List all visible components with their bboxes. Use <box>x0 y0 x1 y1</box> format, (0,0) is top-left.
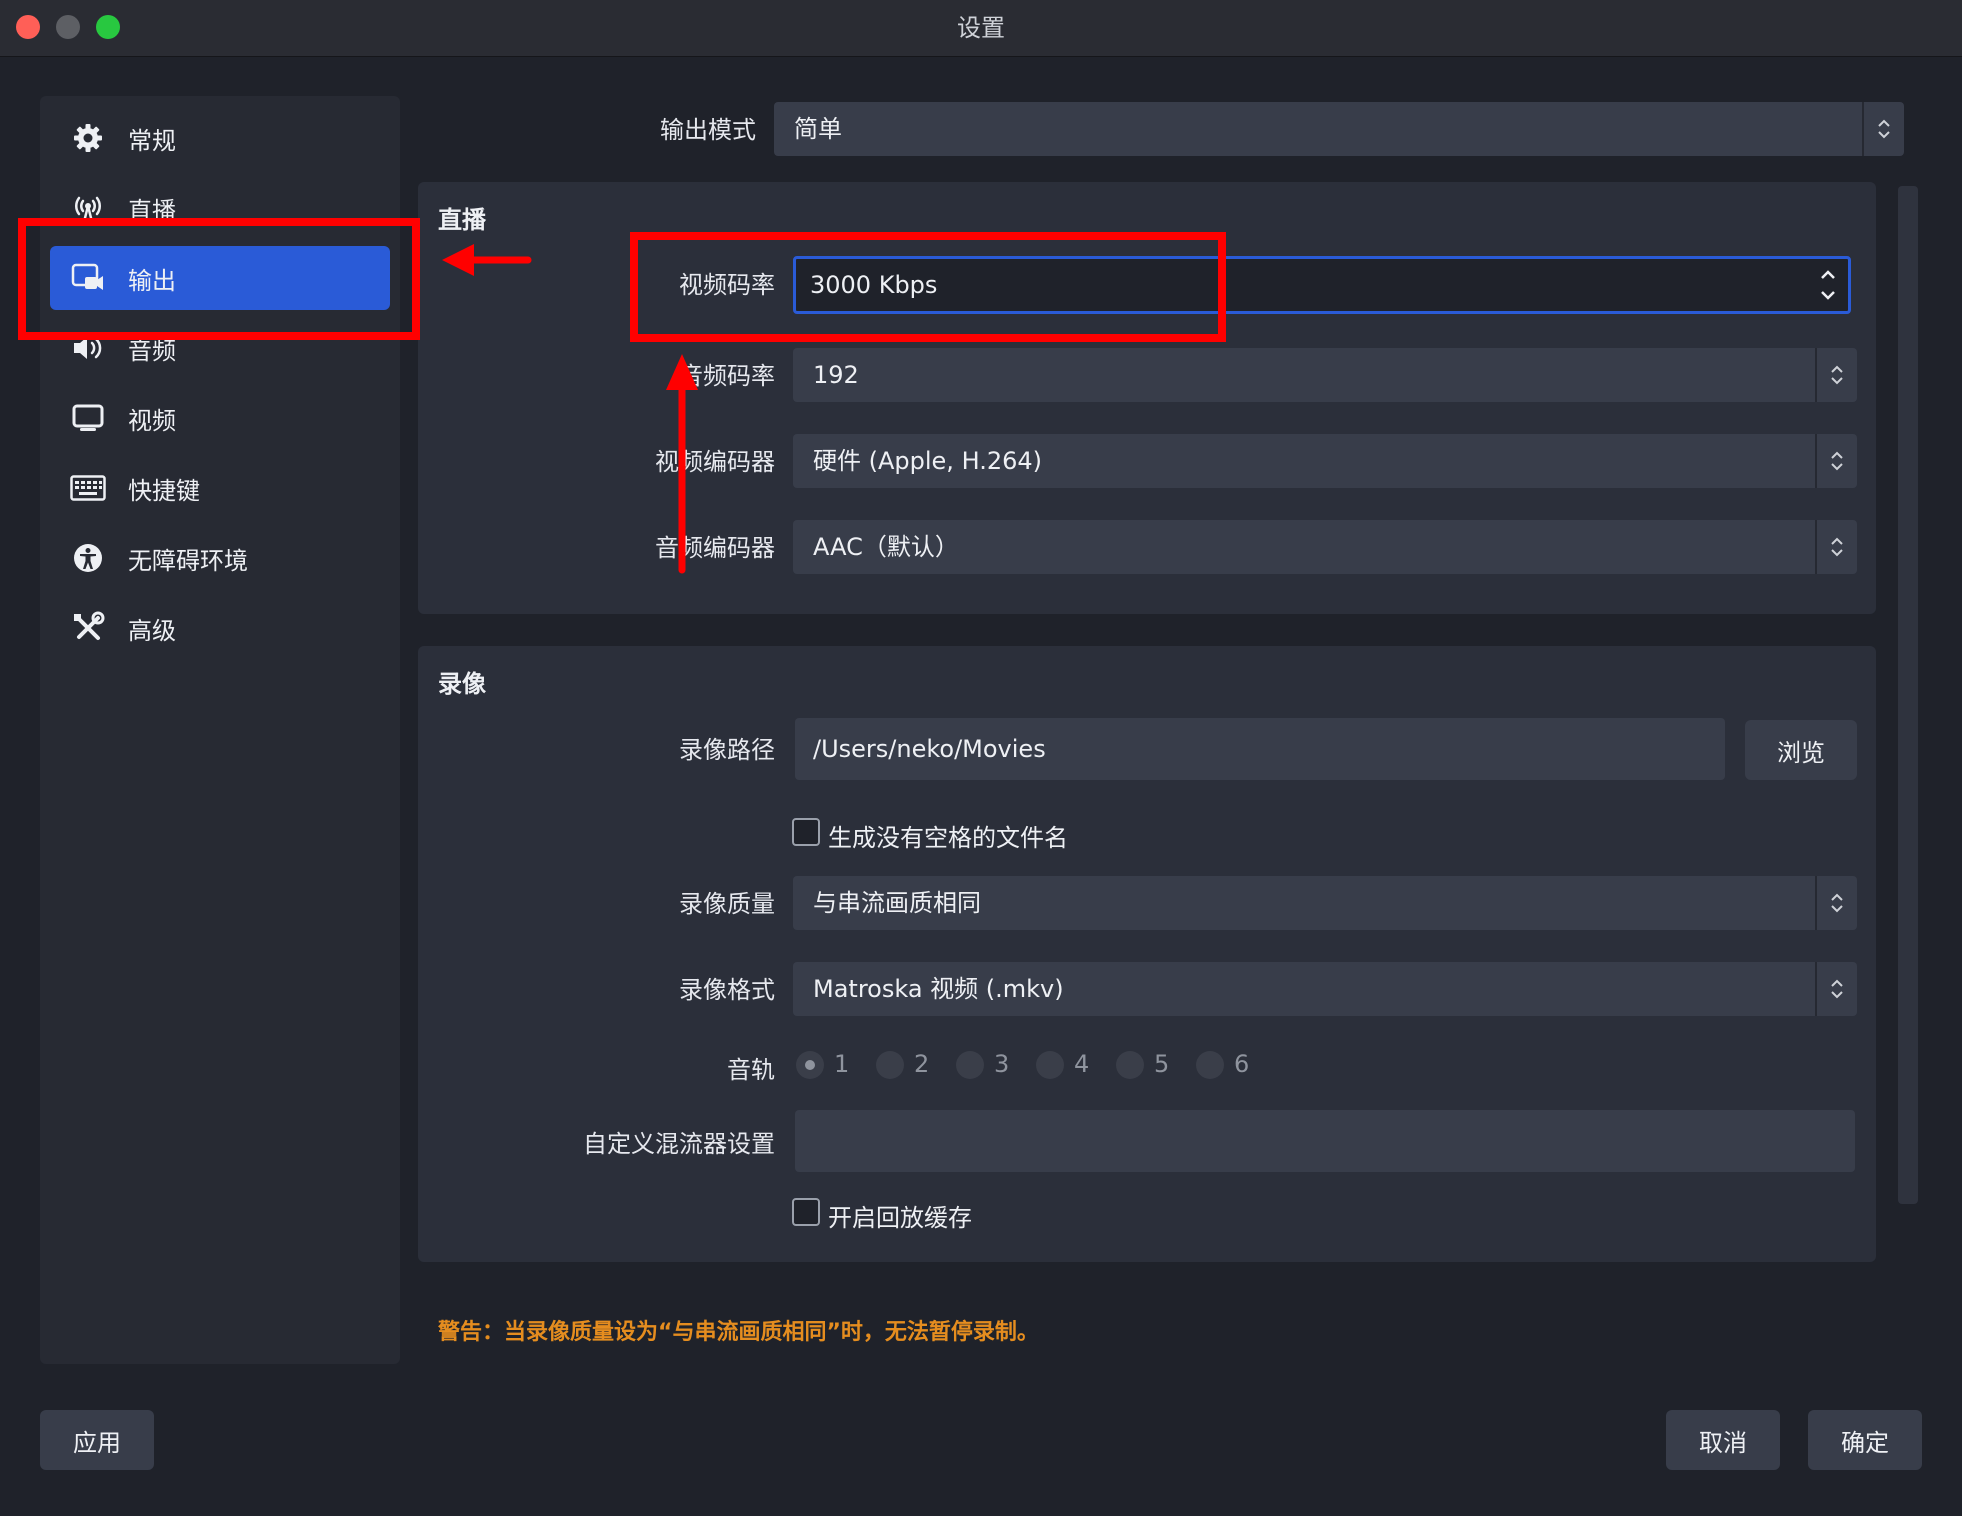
content-scrollbar[interactable] <box>1898 186 1918 1204</box>
sidebar-item-label: 快捷键 <box>128 476 200 505</box>
sidebar-item-accessibility[interactable]: 无障碍环境 <box>50 526 390 590</box>
track-radio-5[interactable] <box>1116 1051 1144 1079</box>
updown-arrows-icon <box>1815 876 1857 930</box>
track-radio-4[interactable] <box>1036 1051 1064 1079</box>
recording-quality-label: 录像质量 <box>679 890 775 918</box>
track-label-4: 4 <box>1074 1050 1090 1078</box>
apply-button[interactable]: 应用 <box>40 1410 154 1470</box>
track-label-1: 1 <box>834 1050 850 1078</box>
sidebar-item-label: 无障碍环境 <box>128 546 248 575</box>
audio-bitrate-select[interactable]: 192 <box>793 348 1857 402</box>
sidebar-item-label: 常规 <box>128 126 176 155</box>
keyboard-icon <box>66 466 110 510</box>
cancel-button[interactable]: 取消 <box>1666 1410 1780 1470</box>
updown-arrows-icon <box>1815 348 1857 402</box>
track-radio-2[interactable] <box>876 1051 904 1079</box>
replay-buffer-checkbox[interactable] <box>792 1198 820 1226</box>
recording-section-title: 录像 <box>438 670 486 698</box>
recording-format-select[interactable]: Matroska 视频 (.mkv) <box>793 962 1857 1016</box>
annotation-box-bitrate <box>630 232 1226 342</box>
window-title: 设置 <box>957 14 1005 42</box>
sidebar-item-video[interactable]: 视频 <box>50 386 390 450</box>
annotation-box-output <box>18 218 420 340</box>
video-encoder-select[interactable]: 硬件 (Apple, H.264) <box>793 434 1857 488</box>
accessibility-icon <box>66 536 110 580</box>
left-arrow-annotation-icon <box>442 244 532 276</box>
title-bar: 设置 <box>0 0 1962 57</box>
sidebar-item-label: 视频 <box>128 406 176 435</box>
track-label-3: 3 <box>994 1050 1010 1078</box>
track-label-6: 6 <box>1234 1050 1250 1078</box>
ok-button[interactable]: 确定 <box>1808 1410 1922 1470</box>
updown-arrows-icon <box>1862 102 1904 156</box>
tools-icon <box>66 606 110 650</box>
updown-arrows-icon <box>1815 962 1857 1016</box>
sidebar-item-label: 高级 <box>128 616 176 645</box>
track-label-2: 2 <box>914 1050 930 1078</box>
monitor-icon <box>66 396 110 440</box>
updown-arrows-icon <box>1815 520 1857 574</box>
audio-track-label: 音轨 <box>727 1056 775 1084</box>
warning-text: 警告：当录像质量设为“与串流画质相同”时，无法暂停录制。 <box>438 1320 1039 1345</box>
no-space-filename-label: 生成没有空格的文件名 <box>828 824 1068 852</box>
sidebar-item-hotkeys[interactable]: 快捷键 <box>50 456 390 520</box>
gear-icon <box>66 116 110 160</box>
track-radio-1[interactable] <box>796 1051 824 1079</box>
streaming-section-title: 直播 <box>438 206 486 234</box>
radio-dot <box>805 1060 815 1070</box>
track-radio-3[interactable] <box>956 1051 984 1079</box>
audio-encoder-select[interactable]: AAC（默认） <box>793 520 1857 574</box>
no-space-filename-checkbox[interactable] <box>792 818 820 846</box>
recording-quality-select[interactable]: 与串流画质相同 <box>793 876 1857 930</box>
muxer-settings-label: 自定义混流器设置 <box>583 1130 775 1158</box>
recording-format-label: 录像格式 <box>679 976 775 1004</box>
recording-path-label: 录像路径 <box>679 736 775 764</box>
track-label-5: 5 <box>1154 1050 1170 1078</box>
sidebar-item-general[interactable]: 常规 <box>50 106 390 170</box>
updown-arrows-icon[interactable] <box>1808 259 1848 311</box>
up-arrow-annotation-icon <box>666 354 698 574</box>
updown-arrows-icon <box>1815 434 1857 488</box>
output-mode-label: 输出模式 <box>660 116 756 144</box>
sidebar-item-advanced[interactable]: 高级 <box>50 596 390 660</box>
recording-path-input[interactable]: /Users/neko/Movies <box>795 718 1725 780</box>
settings-window: 设置 常规 直播 输出 音频 视频 快捷键 无障碍环境 高级 输出模式 简单 直… <box>0 0 1962 1516</box>
muxer-settings-input[interactable] <box>795 1110 1855 1172</box>
output-mode-select[interactable]: 简单 <box>774 102 1904 156</box>
track-radio-6[interactable] <box>1196 1051 1224 1079</box>
replay-buffer-label: 开启回放缓存 <box>828 1204 972 1232</box>
browse-button[interactable]: 浏览 <box>1745 720 1857 780</box>
